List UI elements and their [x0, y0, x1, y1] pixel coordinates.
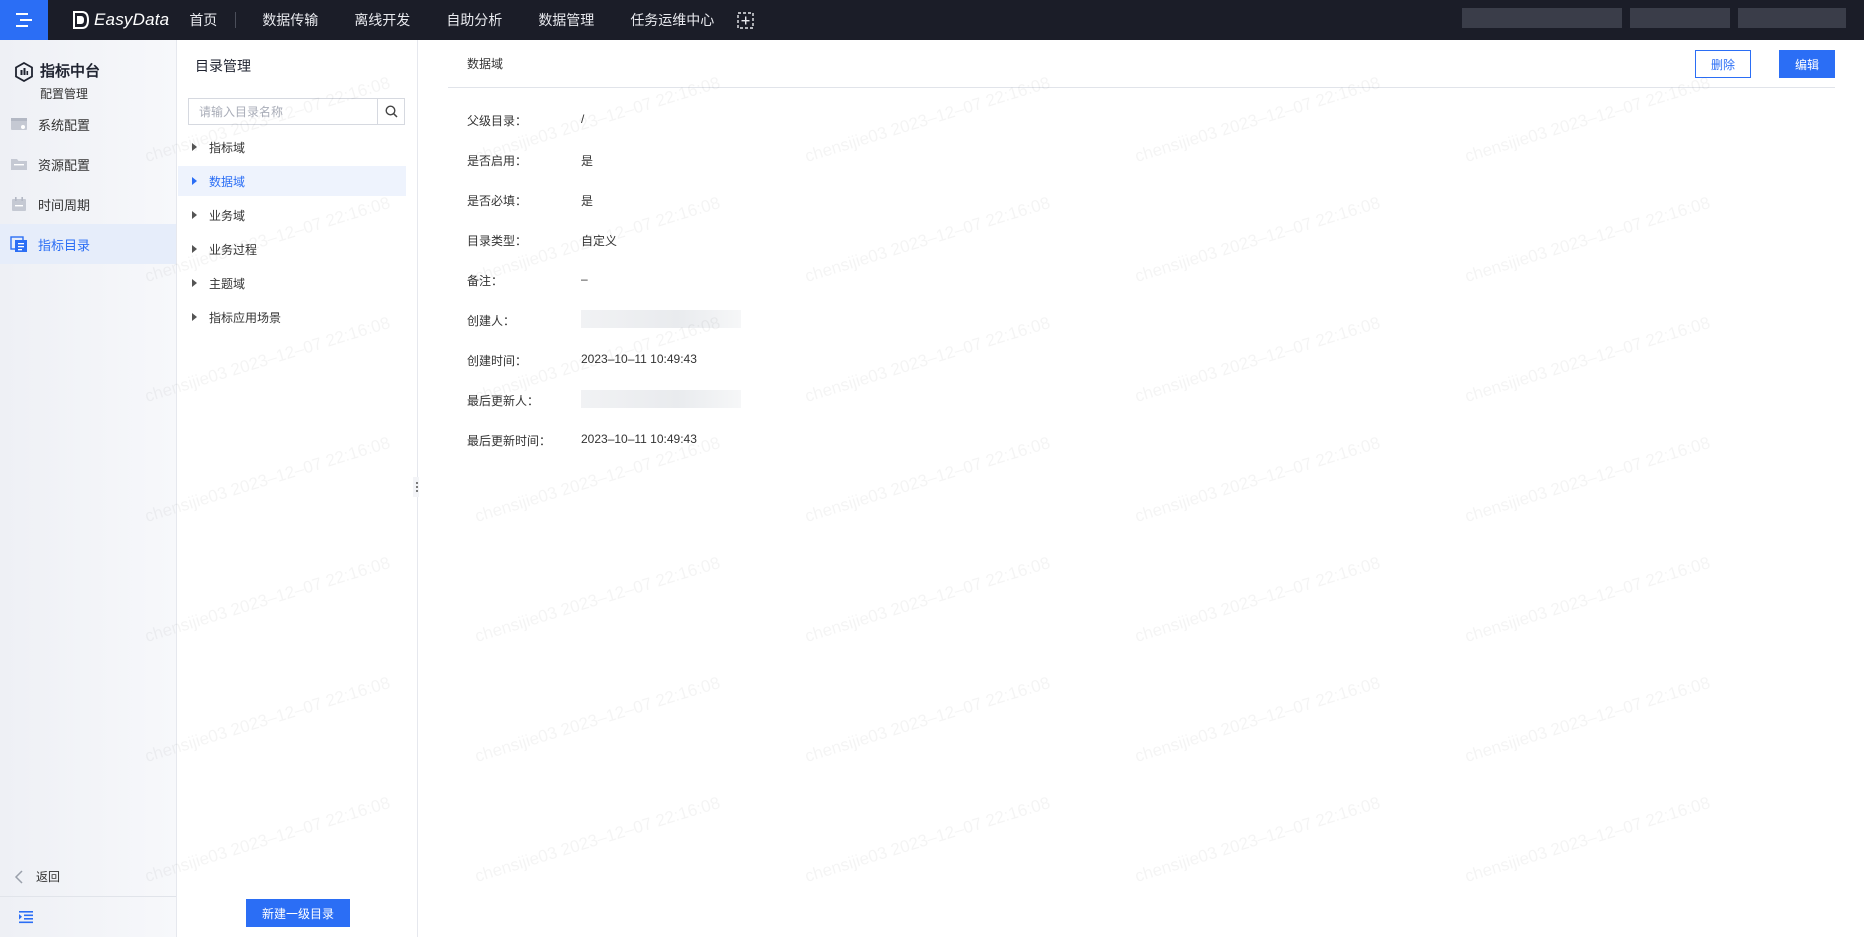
tree-item-label: 主题域 [209, 276, 246, 291]
field-label: 是否必填： [467, 194, 528, 208]
updater-redacted [581, 390, 741, 408]
field-label: 创建时间： [467, 354, 528, 368]
catalog-title: 目录管理 [195, 58, 251, 74]
field-label: 最后更新时间： [467, 434, 552, 448]
caret-right-icon[interactable] [192, 245, 197, 253]
field-value: – [581, 272, 588, 286]
tree-item-data-domain[interactable]: 数据域 [178, 166, 406, 196]
add-tab-button[interactable] [736, 11, 754, 29]
sidebar-title: 指标中台 [40, 63, 101, 80]
field-value: 2023–10–11 10:49:43 [581, 352, 697, 366]
caret-right-icon[interactable] [192, 211, 197, 219]
nav-task-ops-center[interactable]: 任务运维中心 [612, 0, 732, 40]
field-value: 是 [581, 194, 594, 208]
sidebar-item-label: 系统配置 [38, 117, 91, 133]
caret-right-icon[interactable] [192, 143, 197, 151]
catalog-search [188, 98, 405, 125]
field-label: 是否启用： [467, 154, 528, 168]
sidebar-item-resource-config[interactable]: 资源配置 [0, 144, 176, 184]
tree-item-business-process[interactable]: 业务过程 [178, 234, 406, 264]
field-value: / [581, 112, 585, 126]
menu-toggle-button[interactable] [0, 0, 48, 40]
caret-right-icon[interactable] [192, 313, 197, 321]
detail-panel: 数据域 删除 编辑 父级目录： / 是否启用：是 是否必填：是 目录类型： 自定义 … [419, 40, 1864, 937]
system-config-icon [10, 116, 28, 132]
menu-icon [16, 13, 32, 27]
logo-text: EasyData [94, 10, 170, 29]
logo-icon [73, 11, 90, 29]
field-last-updater: 最后更新人： [467, 390, 741, 432]
tree-item-metric-scenario[interactable]: 指标应用场景 [178, 302, 406, 332]
new-top-level-catalog-button[interactable]: 新建一级目录 [246, 899, 350, 927]
field-label: 最后更新人： [467, 394, 540, 408]
field-catalog-type: 目录类型： 自定义 [467, 232, 741, 272]
field-label: 创建人： [467, 314, 516, 328]
sidebar-item-label: 指标目录 [38, 237, 91, 253]
user-info-redacted[interactable] [1462, 8, 1846, 28]
delete-button[interactable]: 删除 [1695, 50, 1751, 78]
field-value: 是 [581, 154, 594, 168]
nav-data-transfer[interactable]: 数据传输 [244, 0, 336, 40]
edit-button[interactable]: 编辑 [1779, 50, 1835, 78]
sidebar-item-metrics-catalog[interactable]: 指标目录 [0, 224, 176, 264]
sidebar-item-label: 时间周期 [38, 197, 91, 213]
chevron-left-icon [14, 869, 23, 884]
tree-item-label: 业务域 [209, 208, 246, 223]
catalog-search-input[interactable] [189, 99, 377, 124]
field-label: 备注： [467, 274, 504, 288]
sidebar-item-label: 资源配置 [38, 157, 91, 173]
nav-home[interactable]: 首页 [179, 0, 235, 40]
metrics-center-icon [15, 62, 33, 82]
tree-item-subject-domain[interactable]: 主题域 [178, 268, 406, 298]
tree-item-business-domain[interactable]: 业务域 [178, 200, 406, 230]
catalog-search-button[interactable] [377, 99, 404, 124]
back-button[interactable]: 返回 [0, 857, 176, 897]
field-value: 2023–10–11 10:49:43 [581, 432, 697, 446]
detail-header: 数据域 删除 编辑 [448, 40, 1835, 88]
catalog-tree: 指标域 数据域 业务域 业务过程 主题域 指标应用场景 [178, 132, 406, 336]
easydata-logo[interactable]: EasyData [72, 10, 169, 30]
field-parent-catalog: 父级目录： / [467, 112, 741, 152]
field-required: 是否必填： 是 [467, 192, 741, 232]
left-sidebar: 指标中台 配置管理 系统配置 资源配置 时间周期 指标目录 返回 [0, 40, 177, 937]
nav-data-management[interactable]: 数据管理 [520, 0, 612, 40]
caret-right-icon[interactable] [192, 177, 197, 185]
sidebar-subtitle: 配置管理 [40, 87, 89, 101]
top-navigation-bar: EasyData 首页 数据传输 离线开发 自助分析 数据管理 任务运维中心 [0, 0, 1864, 40]
creator-redacted [581, 310, 741, 328]
caret-right-icon[interactable] [192, 279, 197, 287]
tree-item-label: 指标应用场景 [209, 310, 282, 325]
search-icon [384, 105, 398, 118]
tree-item-metric-domain[interactable]: 指标域 [178, 132, 406, 162]
field-label: 父级目录： [467, 114, 528, 128]
tree-item-label: 数据域 [209, 174, 246, 189]
nav-self-analysis[interactable]: 自助分析 [428, 0, 520, 40]
nav-separator [235, 12, 237, 28]
main-nav: 首页 数据传输 离线开发 自助分析 数据管理 任务运维中心 [179, 0, 754, 40]
calendar-icon [10, 196, 28, 212]
tree-item-label: 指标域 [209, 140, 246, 155]
field-creator: 创建人： [467, 310, 741, 352]
catalog-panel: 目录管理 指标域 数据域 业务域 业务过程 主题域 指标应用场景 新建一级目录 [178, 40, 418, 937]
collapse-sidebar-button[interactable] [18, 910, 34, 927]
tree-item-label: 业务过程 [209, 242, 258, 257]
sidebar-item-time-period[interactable]: 时间周期 [0, 184, 176, 224]
field-remark: 备注： – [467, 272, 741, 312]
back-label: 返回 [36, 870, 61, 884]
folder-icon [10, 156, 28, 172]
catalog-icon [10, 236, 28, 252]
field-created-time: 创建时间： 2023–10–11 10:49:43 [467, 352, 741, 392]
collapse-menu-icon [19, 911, 33, 924]
field-enabled: 是否启用： 是 [467, 152, 741, 192]
field-last-updated-time: 最后更新时间： 2023–10–11 10:49:43 [467, 432, 741, 472]
sidebar-item-system-config[interactable]: 系统配置 [0, 104, 176, 144]
detail-title: 数据域 [467, 57, 504, 71]
field-value: 自定义 [581, 234, 618, 248]
sidebar-header: 指标中台 配置管理 [0, 40, 176, 104]
field-label: 目录类型： [467, 234, 528, 248]
detail-fields: 父级目录： / 是否启用：是 是否必填：是 目录类型： 自定义 备注： – 创建人： … [467, 112, 741, 472]
nav-offline-dev[interactable]: 离线开发 [336, 0, 428, 40]
add-square-icon [737, 11, 754, 29]
